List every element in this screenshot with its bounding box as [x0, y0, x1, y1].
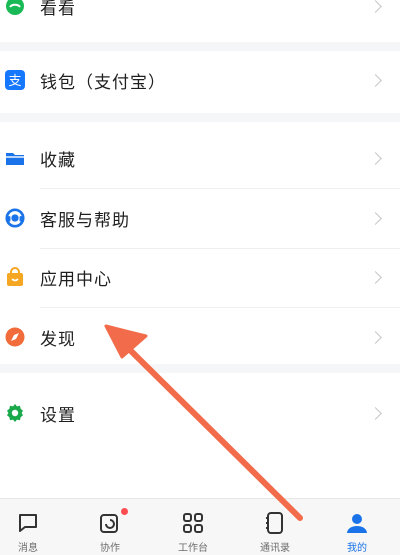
tab-label-collab: 协作: [100, 543, 120, 554]
menu-item-kankan[interactable]: 看看: [0, 0, 400, 21]
address-book-icon: [263, 511, 287, 535]
divider: [40, 307, 400, 308]
menu-label-support: 客服与帮助: [40, 210, 130, 231]
section-separator: [0, 364, 400, 373]
menu-label-wallet: 钱包（支付宝）: [40, 72, 166, 93]
menu-item-appcenter[interactable]: 应用中心: [0, 254, 400, 300]
compass-icon: [5, 327, 25, 347]
tab-mine[interactable]: 我的: [317, 499, 397, 555]
tab-label-messages: 消息: [18, 543, 38, 554]
tab-label-mine: 我的: [347, 543, 367, 554]
tab-workbench[interactable]: 工作台: [153, 499, 233, 555]
menu-item-settings[interactable]: 设置: [0, 390, 400, 436]
menu-item-discover[interactable]: 发现: [0, 314, 400, 360]
tab-collab[interactable]: 协作: [70, 499, 150, 555]
tab-contacts[interactable]: 通讯录: [235, 499, 315, 555]
chevron-right-icon: [369, 330, 382, 344]
menu-item-support[interactable]: 客服与帮助: [0, 195, 400, 241]
headset-icon: [5, 208, 25, 228]
divider: [40, 248, 400, 249]
gear-icon: [5, 403, 25, 423]
chevron-right-icon: [369, 211, 382, 225]
menu-label-favorites: 收藏: [40, 150, 76, 171]
user-icon: [345, 511, 369, 535]
section-separator: [0, 113, 400, 122]
menu-label-settings: 设置: [40, 405, 76, 426]
section-separator: [0, 42, 400, 51]
alipay-icon: 支: [5, 70, 25, 90]
bottom-tab-bar: 消息 协作 工作台 通讯录 我的: [0, 498, 400, 555]
chat-bubble-icon: [16, 511, 40, 535]
kankan-icon: [5, 0, 25, 16]
chevron-right-icon: [369, 406, 382, 420]
menu-item-wallet[interactable]: 支 钱包（支付宝）: [0, 57, 400, 103]
collab-icon: [98, 511, 122, 535]
shopping-bag-icon: [5, 267, 25, 287]
chevron-right-icon: [369, 73, 382, 87]
divider: [40, 188, 400, 189]
folder-icon: [5, 148, 25, 168]
menu-item-favorites[interactable]: 收藏: [0, 135, 400, 181]
tab-messages[interactable]: 消息: [0, 499, 68, 555]
menu-label-kankan: 看看: [40, 0, 76, 19]
chevron-right-icon: [369, 270, 382, 284]
menu-label-discover: 发现: [40, 329, 76, 350]
notification-dot: [121, 508, 128, 515]
menu-label-appcenter: 应用中心: [40, 269, 112, 290]
tab-label-workbench: 工作台: [178, 543, 208, 554]
tab-label-contacts: 通讯录: [260, 543, 290, 554]
grid-icon: [181, 511, 205, 535]
chevron-right-icon: [369, 0, 382, 13]
svg-text:支: 支: [8, 74, 21, 89]
chevron-right-icon: [369, 151, 382, 165]
